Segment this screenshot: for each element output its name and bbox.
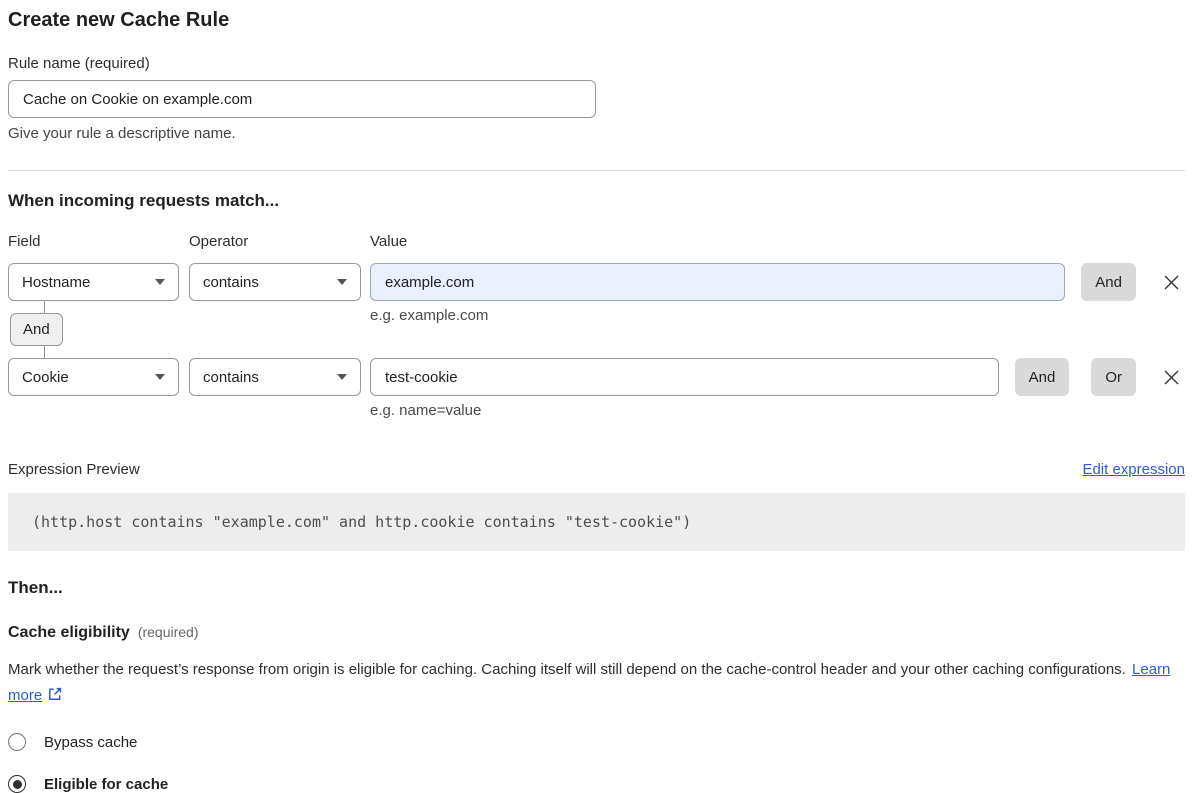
- radio-option-eligible-for-cache[interactable]: Eligible for cache: [8, 775, 168, 793]
- or-button-row-2[interactable]: Or: [1091, 358, 1136, 396]
- and-button-row-2[interactable]: And: [1015, 358, 1070, 396]
- chevron-down-icon: [155, 374, 165, 380]
- radio-button-bypass-cache[interactable]: [8, 733, 26, 751]
- remove-condition-1-button[interactable]: [1159, 270, 1183, 294]
- field-select-2-value: Cookie: [22, 369, 69, 386]
- expression-preview-box: (http.host contains "example.com" and ht…: [8, 493, 1185, 551]
- rule-name-input[interactable]: [8, 80, 596, 118]
- value-input-1[interactable]: [370, 263, 1065, 301]
- expression-header: Expression Preview Edit expression: [8, 461, 1185, 478]
- value-input-2[interactable]: [370, 358, 999, 396]
- radio-option-bypass-cache[interactable]: Bypass cache: [8, 733, 137, 751]
- operator-select-1[interactable]: contains: [189, 263, 361, 301]
- match-heading: When incoming requests match...: [8, 191, 1185, 211]
- condition-row-1: Hostname contains And: [8, 263, 1185, 301]
- required-note: (required): [138, 624, 199, 640]
- field-select-2[interactable]: Cookie: [8, 358, 179, 396]
- expression-code: (http.host contains "example.com" and ht…: [32, 513, 691, 531]
- operator-select-1-value: contains: [203, 274, 259, 291]
- edit-expression-link[interactable]: Edit expression: [1082, 461, 1185, 478]
- page-title: Create new Cache Rule: [8, 8, 1185, 32]
- value-hint-2: e.g. name=value: [370, 402, 1185, 419]
- radio-label-bypass-cache: Bypass cache: [44, 734, 137, 751]
- operator-select-2-value: contains: [203, 369, 259, 386]
- and-button-row-1[interactable]: And: [1081, 263, 1136, 301]
- radio-label-eligible-for-cache: Eligible for cache: [44, 776, 168, 793]
- radio-button-eligible-for-cache[interactable]: [8, 775, 26, 793]
- condition-column-labels: Field Operator Value: [8, 233, 1185, 250]
- remove-condition-2-button[interactable]: [1159, 365, 1183, 389]
- connector-line-top: [44, 301, 45, 313]
- close-icon: [1161, 272, 1182, 293]
- value-hint-1: e.g. example.com: [370, 307, 488, 324]
- connector-line-bottom: [44, 346, 45, 358]
- column-label-field: Field: [8, 233, 189, 250]
- connector-area: e.g. example.com And: [8, 301, 1185, 358]
- section-divider: [8, 170, 1185, 171]
- cache-eligibility-title: Cache eligibility: [8, 624, 130, 641]
- cache-eligibility-description: Mark whether the request’s response from…: [8, 657, 1173, 709]
- rule-name-help: Give your rule a descriptive name.: [8, 125, 1185, 142]
- description-text: Mark whether the request’s response from…: [8, 661, 1126, 678]
- column-label-operator: Operator: [189, 233, 370, 250]
- condition-row-2: Cookie contains And Or: [8, 358, 1185, 396]
- expression-preview-label: Expression Preview: [8, 461, 140, 478]
- field-select-1[interactable]: Hostname: [8, 263, 179, 301]
- column-label-value: Value: [370, 233, 1185, 250]
- operator-select-2[interactable]: contains: [189, 358, 361, 396]
- create-cache-rule-form: Create new Cache Rule Rule name (require…: [0, 0, 1200, 793]
- close-icon: [1161, 367, 1182, 388]
- rule-name-label: Rule name (required): [8, 55, 1185, 72]
- chevron-down-icon: [337, 279, 347, 285]
- chevron-down-icon: [155, 279, 165, 285]
- and-connector-button[interactable]: And: [10, 313, 63, 346]
- then-heading: Then...: [8, 578, 1185, 598]
- external-link-icon: [47, 686, 63, 702]
- chevron-down-icon: [337, 374, 347, 380]
- cache-eligibility-heading: Cache eligibility (required): [8, 624, 1185, 642]
- field-select-1-value: Hostname: [22, 274, 90, 291]
